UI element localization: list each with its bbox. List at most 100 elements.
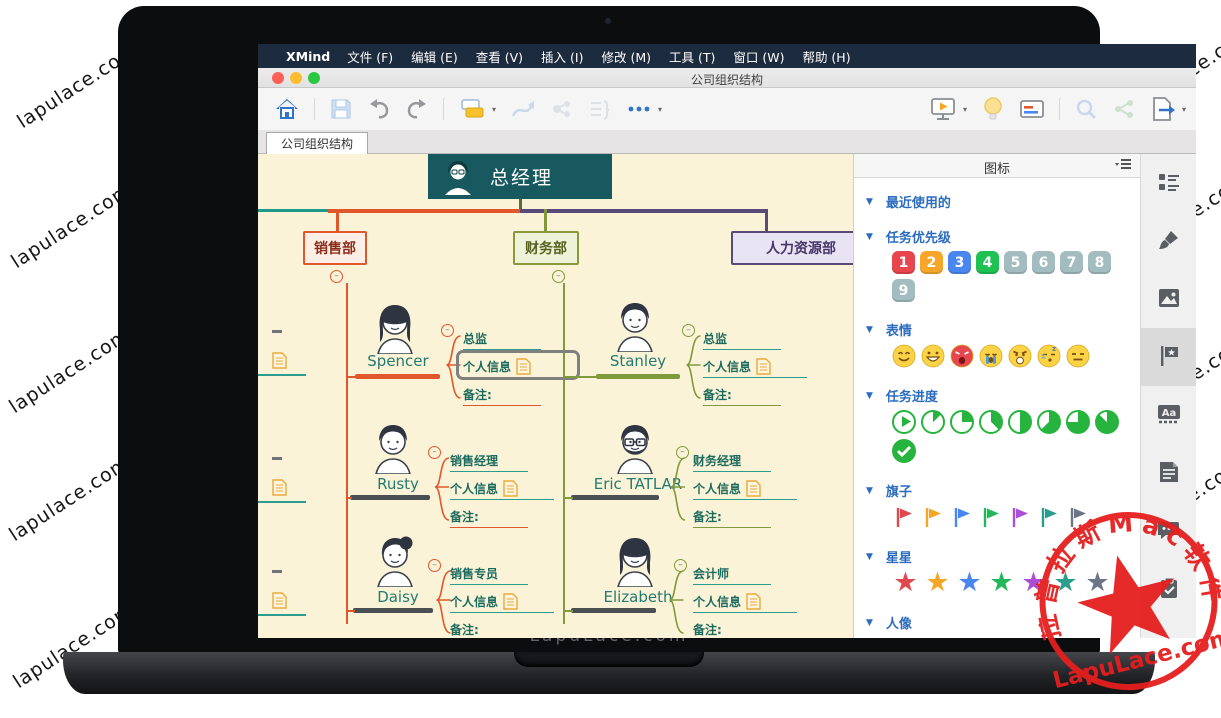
- menu-item-3[interactable]: 插入 (I): [532, 50, 592, 65]
- dept-topic-0[interactable]: 销售部: [303, 231, 367, 265]
- priority-8-icon[interactable]: 8: [1088, 251, 1111, 274]
- progress-pie-icon[interactable]: [921, 410, 945, 434]
- sidebar-item-flag[interactable]: [1141, 328, 1196, 386]
- collapse-button[interactable]: –: [330, 270, 343, 283]
- star-marker-icon[interactable]: ★: [956, 571, 983, 595]
- marker-section-title[interactable]: ▼旗子: [866, 481, 1140, 500]
- relationship-button[interactable]: [510, 97, 536, 121]
- star-marker-icon[interactable]: ★: [924, 571, 951, 595]
- search-button[interactable]: [1074, 97, 1098, 121]
- root-topic[interactable]: 总经理: [428, 154, 612, 199]
- person-marker-icon[interactable]: [1008, 637, 1032, 638]
- present-button[interactable]: [929, 96, 957, 122]
- progress-pie-icon[interactable]: [1095, 410, 1119, 434]
- person-title-topic[interactable]: 财务经理: [693, 452, 771, 472]
- progress-pie-icon[interactable]: [1037, 410, 1061, 434]
- menu-item-1[interactable]: 编辑 (E): [402, 50, 467, 65]
- menu-item-7[interactable]: 帮助 (H): [793, 50, 859, 65]
- priority-4-icon[interactable]: 4: [976, 251, 999, 274]
- redo-button[interactable]: [405, 97, 429, 121]
- emoji-grin-icon[interactable]: [921, 344, 945, 368]
- person-note-topic[interactable]: 备注:: [450, 508, 528, 528]
- dept-topic-2[interactable]: 人力资源部: [731, 231, 853, 265]
- star-marker-icon[interactable]: ★: [988, 571, 1015, 595]
- priority-6-icon[interactable]: 6: [1032, 251, 1055, 274]
- sidebar-item-outline[interactable]: [1141, 154, 1196, 212]
- sidebar-item-image[interactable]: [1141, 270, 1196, 328]
- person-marker-icon[interactable]: [979, 637, 1003, 638]
- marker-section-title[interactable]: ▼任务进度: [866, 386, 1140, 405]
- person-note-topic[interactable]: 备注:: [463, 386, 541, 406]
- marker-section-title[interactable]: ▼最近使用的: [866, 192, 1140, 211]
- priority-2-icon[interactable]: 2: [920, 251, 943, 274]
- undo-button[interactable]: [367, 97, 391, 121]
- person-topic[interactable]: Rusty: [353, 475, 443, 493]
- sidebar-item-aa[interactable]: Aa: [1141, 386, 1196, 444]
- person-title-topic[interactable]: 总监: [463, 330, 541, 350]
- emoji-neutral-icon[interactable]: [1066, 344, 1090, 368]
- person-title-topic[interactable]: 销售经理: [450, 452, 528, 472]
- person-info-topic[interactable]: 个人信息: [693, 593, 797, 613]
- priority-9-icon[interactable]: 9: [892, 279, 915, 302]
- person-info-topic[interactable]: 个人信息: [693, 480, 797, 500]
- sheet-tab[interactable]: 公司组织结构: [266, 132, 368, 154]
- dept-topic-1[interactable]: 财务部: [513, 231, 579, 265]
- progress-start-icon[interactable]: [892, 410, 916, 434]
- export-caret[interactable]: ▾: [1182, 105, 1186, 114]
- panel-menu-icon[interactable]: [1114, 158, 1132, 175]
- menu-item-4[interactable]: 修改 (M): [592, 50, 660, 65]
- emoji-cry-icon[interactable]: [979, 344, 1003, 368]
- person-marker-icon[interactable]: [892, 637, 916, 638]
- app-menu-xmind[interactable]: XMind: [286, 49, 330, 64]
- home-button[interactable]: [274, 96, 300, 122]
- priority-3-icon[interactable]: 3: [948, 251, 971, 274]
- person-info-topic[interactable]: 个人信息: [450, 593, 554, 613]
- progress-pie-icon[interactable]: [950, 410, 974, 434]
- progress-pie-icon[interactable]: [1008, 410, 1032, 434]
- progress-pie-icon[interactable]: [979, 410, 1003, 434]
- summary-button[interactable]: [588, 97, 612, 121]
- flag-marker-icon[interactable]: [921, 505, 945, 529]
- person-info-topic[interactable]: 个人信息: [450, 480, 554, 500]
- mindmap-canvas[interactable]: 总经理销售部财务部人力资源部–– Spencer– 总监个人信息 备注: Sta…: [258, 154, 853, 638]
- priority-5-icon[interactable]: 5: [1004, 251, 1027, 274]
- menu-item-5[interactable]: 工具 (T): [660, 50, 724, 65]
- share-button[interactable]: [1112, 97, 1136, 121]
- person-marker-icon[interactable]: [950, 637, 974, 638]
- menu-item-2[interactable]: 查看 (V): [467, 50, 532, 65]
- person-topic[interactable]: Stanley: [593, 352, 683, 370]
- person-title-topic[interactable]: 会计师: [693, 565, 771, 585]
- emoji-sleepy-icon[interactable]: z: [1037, 344, 1061, 368]
- topic-button[interactable]: [458, 97, 486, 121]
- priority-1-icon[interactable]: 1: [892, 251, 915, 274]
- topic-caret[interactable]: ▾: [492, 105, 496, 114]
- collapse-button[interactable]: –: [552, 270, 565, 283]
- marker-section-title[interactable]: ▼表情: [866, 320, 1140, 339]
- boundary-button[interactable]: [550, 97, 574, 121]
- progress-pie-icon[interactable]: [1066, 410, 1090, 434]
- menu-item-0[interactable]: 文件 (F): [338, 50, 402, 65]
- more-button[interactable]: [626, 97, 652, 121]
- sidebar-item-brush[interactable]: [1141, 212, 1196, 270]
- person-info-topic[interactable]: 个人信息: [703, 358, 807, 378]
- flag-marker-icon[interactable]: [950, 505, 974, 529]
- emoji-angry-icon[interactable]: [950, 344, 974, 368]
- person-note-topic[interactable]: 备注:: [693, 621, 771, 638]
- person-title-topic[interactable]: 总监: [703, 330, 781, 350]
- flag-marker-icon[interactable]: [979, 505, 1003, 529]
- flag-marker-icon[interactable]: [1008, 505, 1032, 529]
- person-topic[interactable]: Daisy: [353, 588, 443, 606]
- person-note-topic[interactable]: 备注:: [450, 621, 528, 638]
- idea-button[interactable]: [981, 96, 1005, 122]
- present-caret[interactable]: ▾: [963, 105, 967, 114]
- person-note-topic[interactable]: 备注:: [703, 386, 781, 406]
- menu-item-6[interactable]: 窗口 (W): [724, 50, 793, 65]
- export-button[interactable]: [1150, 96, 1176, 122]
- person-title-topic[interactable]: 销售专员: [450, 565, 528, 585]
- format-panel-button[interactable]: [1019, 97, 1045, 121]
- priority-7-icon[interactable]: 7: [1060, 251, 1083, 274]
- emoji-rage-icon[interactable]: [1008, 344, 1032, 368]
- person-marker-icon[interactable]: [921, 637, 945, 638]
- progress-done-icon[interactable]: [892, 439, 916, 463]
- star-marker-icon[interactable]: ★: [892, 571, 919, 595]
